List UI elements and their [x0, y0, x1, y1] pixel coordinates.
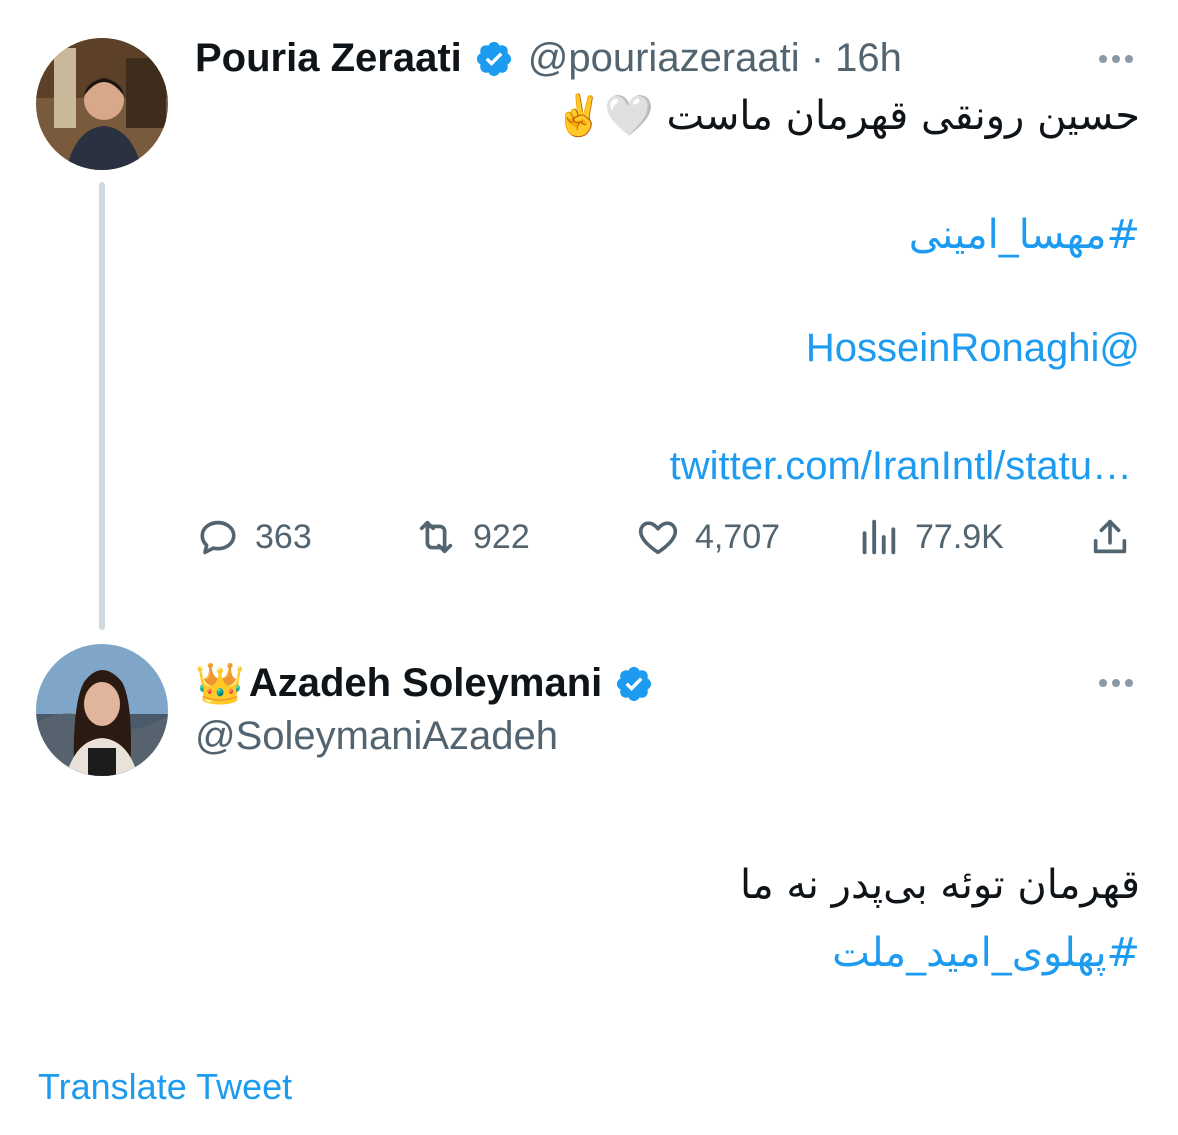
- tweet1-text: حسین رونقی قهرمان ماست 🤍✌️: [554, 93, 1140, 139]
- tweet1-mention[interactable]: @HosseinRonaghi: [806, 326, 1140, 371]
- tweet2-hashtag[interactable]: #پهلوی_امید_ملت: [832, 930, 1140, 976]
- reply-count: 363: [255, 517, 312, 556]
- translate-tweet-link[interactable]: Translate Tweet: [38, 1066, 292, 1108]
- crown-emoji: 👑: [195, 661, 245, 707]
- share-button[interactable]: [1087, 514, 1133, 560]
- views-button[interactable]: 77.9K: [855, 514, 1004, 560]
- views-icon: [862, 519, 896, 555]
- like-count: 4,707: [695, 517, 781, 556]
- tweet1-hashtag[interactable]: #مهسا_امینی: [909, 212, 1140, 258]
- tweet2-text: قهرمان توئه بی‌پدر نه ما: [740, 862, 1140, 908]
- author-handle-time[interactable]: @pouriazeraati · 16h: [528, 36, 902, 81]
- share-icon: [1093, 519, 1127, 554]
- more-icon[interactable]: [1099, 679, 1133, 687]
- reply-icon: [200, 520, 236, 555]
- tweet1-link[interactable]: twitter.com/IranIntl/statu…: [670, 444, 1132, 489]
- tweet1-actions: 363 922 4,707 77.9K: [195, 514, 1145, 574]
- author-name[interactable]: Azadeh Soleymani: [249, 661, 602, 706]
- tweet1-header: Pouria Zeraati @pouriazeraati · 16h: [195, 36, 902, 81]
- tweet2-header: 👑 Azadeh Soleymani: [195, 660, 654, 707]
- retweet-count: 922: [473, 517, 530, 556]
- views-count: 77.9K: [915, 517, 1004, 556]
- retweet-button[interactable]: 922: [413, 514, 530, 560]
- avatar-azadeh[interactable]: [36, 644, 168, 776]
- author-name[interactable]: Pouria Zeraati: [195, 36, 462, 81]
- reply-button[interactable]: 363: [195, 514, 312, 560]
- verified-icon: [614, 664, 654, 704]
- like-icon: [638, 521, 678, 555]
- author-handle[interactable]: @SoleymaniAzadeh: [195, 714, 558, 759]
- verified-icon: [474, 39, 514, 79]
- more-icon[interactable]: [1099, 55, 1133, 63]
- thread-line: [99, 182, 105, 630]
- like-button[interactable]: 4,707: [635, 514, 780, 560]
- avatar-pouria[interactable]: [36, 38, 168, 170]
- retweet-icon: [419, 520, 453, 554]
